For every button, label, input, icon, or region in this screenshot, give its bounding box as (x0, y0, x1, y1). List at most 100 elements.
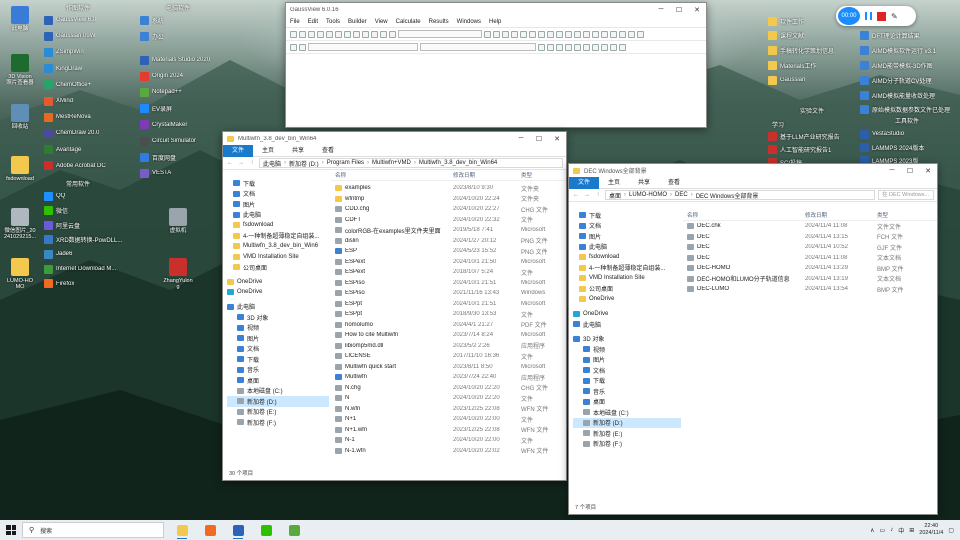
desktop-shortcut[interactable]: Materials工作 (768, 59, 838, 71)
file-row[interactable]: ESPpt 2024/10/1 21:51 Microsoft (331, 299, 566, 310)
toolbar-tool-icon[interactable] (335, 30, 342, 38)
screen-recorder-widget[interactable]: 00:00 ✎ (836, 6, 916, 26)
file-row[interactable]: N-1.wfn 2024/10/20 22:02 WFN 文件 (331, 446, 566, 457)
desktop-folder[interactable]: 办公 (140, 30, 218, 42)
toolbar-tool-icon[interactable] (299, 30, 306, 38)
file-row[interactable]: N-1 2024/10/20 22:00 文件 (331, 435, 566, 446)
desktop-shortcut[interactable]: 手稿转化学策划信息 (768, 45, 838, 57)
desktop-shortcut[interactable]: 基于LLM产业研究报告... (768, 130, 840, 142)
nav-pane-item[interactable]: 新加卷 (D:) (573, 417, 681, 428)
nav-pane-item[interactable]: 图片 (227, 333, 329, 344)
explorer-window-dec[interactable]: DEC Windows全部背景 ─ ☐ ✕ 文件 主页 共享 查看 ← → ↑ 桌面 ›… (568, 163, 938, 515)
taskbar-app-firefox[interactable] (200, 520, 220, 540)
toolbar-tool-icon[interactable] (484, 30, 491, 38)
nav-pane-item[interactable]: 文档 (227, 344, 329, 355)
explorer-window-multiwfn[interactable]: Multiwfn_3.8_dev_bin_Win64 ─ ☐ ✕ 文件 主页 共享查… (222, 131, 567, 481)
toolbar-tool-icon[interactable] (610, 30, 617, 38)
desktop-shortcut[interactable]: 阿里云盘 (44, 219, 126, 231)
gaussview-titlebar[interactable]: GaussView 6.0.16 ─ ☐ ✕ (286, 3, 706, 16)
desktop-shortcut[interactable]: Origin 2024 (140, 70, 218, 82)
file-row[interactable]: dislin 2024/1/27 20:12 PNG 文件 (331, 236, 566, 247)
file-row[interactable]: colorRGB-在examples里文件夹里面 2019/5/18 7:41 Mi… (331, 225, 566, 236)
nav-pane-item[interactable]: 公司桌面 (573, 284, 681, 295)
menu-item[interactable]: Edit (308, 19, 318, 25)
file-row[interactable]: examples 2023/8/10 9:30 文件夹 (331, 183, 566, 194)
toolbar-dropdown[interactable] (308, 43, 418, 51)
breadcrumb-segment[interactable]: 此电脑 (263, 159, 281, 168)
nav-pane-item[interactable]: OneDrive (227, 277, 329, 288)
toolbar-tool-icon[interactable] (628, 30, 635, 38)
nav-pane-item[interactable]: 视频 (227, 323, 329, 334)
close-button[interactable]: ✕ (548, 132, 566, 145)
nav-pane-item[interactable]: 图片 (227, 199, 329, 210)
nav-pane-item[interactable]: 图片 (573, 231, 681, 242)
breadcrumb-segment[interactable]: 桌面 (609, 191, 621, 200)
maximize-button[interactable]: ☐ (530, 132, 548, 145)
desktop-shortcut[interactable]: XRD数据转换-PowDLL... (44, 234, 126, 246)
nav-pane-item[interactable]: 文档 (573, 221, 681, 232)
input-language[interactable]: 中 (898, 526, 904, 535)
toolbar-dropdown[interactable] (398, 30, 482, 38)
nav-pane-item[interactable]: 本地磁盘 (C:) (573, 407, 681, 418)
menu-item[interactable]: Results (429, 19, 449, 25)
toolbar-tool-icon[interactable] (380, 30, 387, 38)
nav-pane-item[interactable]: 新加卷 (F:) (227, 417, 329, 428)
toolbar-tool-icon[interactable] (610, 43, 617, 51)
toolbar-tool-icon[interactable] (290, 30, 297, 38)
column-date[interactable]: 修改日期 (453, 171, 521, 179)
desktop-shortcut[interactable]: VESTA (140, 167, 218, 179)
desktop-icon[interactable]: 回收站 (0, 104, 40, 130)
desktop-shortcut[interactable]: ZSimpWin (44, 46, 122, 58)
ribbon-tab[interactable]: 文件 (569, 176, 600, 189)
toolbar-tool-icon[interactable] (493, 30, 500, 38)
back-arrow-icon[interactable]: ← (226, 160, 234, 166)
nav-pane-item[interactable]: 3D 对象 (573, 334, 681, 345)
volume-icon[interactable]: ♪ (890, 527, 893, 533)
desktop-shortcut[interactable]: AIMD模拟软件运行 v3.1 (860, 45, 950, 57)
nav-pane-item[interactable]: fsdownload (573, 252, 681, 263)
nav-pane-item[interactable]: OneDrive (573, 309, 681, 320)
nav-pane-item[interactable]: 桌面 (573, 397, 681, 408)
toolbar-tool-icon[interactable] (371, 30, 378, 38)
desktop-shortcut[interactable]: GaussView 6.0 (44, 14, 122, 26)
menu-item[interactable]: File (290, 19, 300, 25)
file-row[interactable]: N 2024/10/20 22:20 文件 (331, 393, 566, 404)
toolbar-tool-icon[interactable] (317, 30, 324, 38)
taskbar-app-notepad[interactable] (284, 520, 304, 540)
nav-pane-item[interactable]: 下载 (573, 210, 681, 221)
input-mode-icon[interactable]: ⊞ (909, 527, 914, 534)
start-button[interactable] (0, 520, 22, 540)
nav-pane-item[interactable]: 下载 (227, 178, 329, 189)
toolbar-tool-icon[interactable] (538, 30, 545, 38)
file-row[interactable]: LICENSE 2017/11/10 16:36 文件 (331, 351, 566, 362)
minimize-button[interactable]: ─ (652, 3, 670, 16)
column-type[interactable]: 类型 (877, 211, 927, 219)
desktop-shortcut[interactable]: Internet Download M... (44, 263, 126, 275)
toolbar-tool-icon[interactable] (556, 30, 563, 38)
file-row[interactable]: wfntmp 2024/10/20 22:24 文件夹 (331, 194, 566, 205)
menu-item[interactable]: Windows (457, 19, 481, 25)
desktop-shortcut[interactable]: 课程文献 (768, 30, 838, 42)
breadcrumb-segment[interactable]: DEC (675, 192, 688, 198)
ribbon-tab[interactable]: 共享 (283, 145, 313, 157)
up-arrow-icon[interactable]: ↑ (594, 192, 602, 198)
file-row[interactable]: ESPiso 2021/11/16 13:43 Windows (331, 288, 566, 299)
gaussview-window[interactable]: GaussView 6.0.16 ─ ☐ ✕ File Edit Tools Buil… (285, 2, 707, 128)
nav-pane-item[interactable]: 视频 (573, 344, 681, 355)
file-row[interactable]: DEC-HOMO 2024/11/4 13:29 BMP 文件 (683, 263, 937, 274)
file-row[interactable]: DEC 2024/11/4 11:08 文本文档 (683, 253, 937, 264)
desktop-shortcut[interactable]: AIMD分子轨道CV处理 (860, 74, 950, 86)
desktop-shortcut[interactable]: EV录屏 (140, 103, 218, 115)
desktop-shortcut[interactable]: 原始模拟数据参数文件已处理 (860, 104, 950, 116)
pen-icon[interactable]: ✎ (891, 12, 898, 21)
toolbar-tool-icon[interactable] (529, 30, 536, 38)
gaussview-canvas[interactable] (286, 54, 706, 127)
menu-item[interactable]: View (375, 19, 388, 25)
nav-pane-item[interactable]: 新加卷 (F:) (573, 439, 681, 450)
file-row[interactable]: How to cite Multiwfn 2023/7/14 8:24 Micros… (331, 330, 566, 341)
column-name[interactable]: 名称 (331, 171, 453, 179)
desktop-shortcut[interactable]: 百度网盘 (140, 151, 218, 163)
toolbar-tool-icon[interactable] (619, 43, 626, 51)
file-row[interactable]: ESP 2024/5/23 15:52 PNG 文件 (331, 246, 566, 257)
toolbar-tool-icon[interactable] (592, 43, 599, 51)
